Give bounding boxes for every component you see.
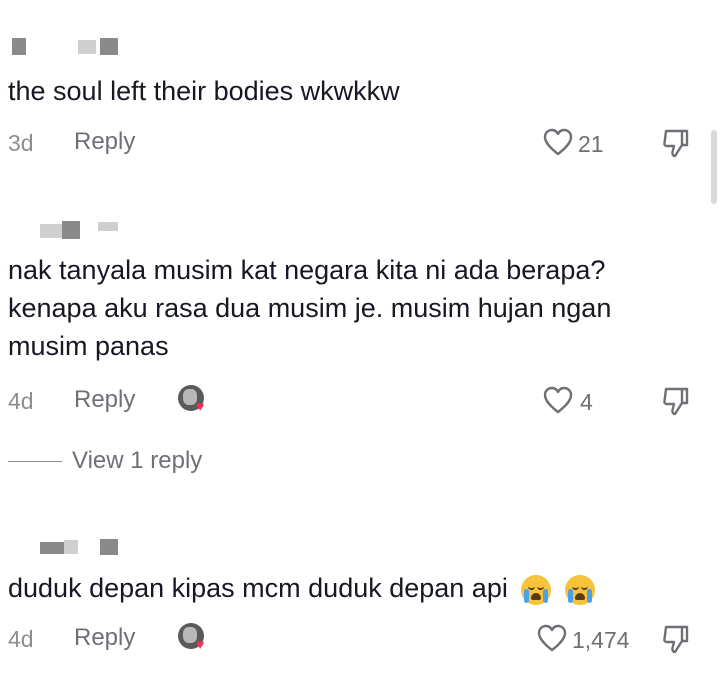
like-count: 4 (580, 389, 593, 415)
redacted-username (78, 40, 96, 54)
redacted-username (40, 542, 64, 554)
redacted-username (12, 38, 26, 55)
thumbs-down-icon[interactable] (662, 386, 690, 416)
redacted-username (62, 221, 80, 239)
redacted-username (100, 539, 118, 555)
comment-text: the soul left their bodies wkwkkw (8, 76, 400, 106)
heart-outline-icon[interactable] (543, 386, 573, 414)
redacted-username (40, 224, 62, 238)
reply-button[interactable]: Reply (74, 624, 135, 652)
loudly-crying-face-icon (521, 574, 552, 605)
comment-time: 4d (8, 388, 34, 414)
redacted-username (98, 222, 118, 231)
comment-text-body: duduk depan kipas mcm duduk depan api (8, 573, 508, 603)
thumbs-down-icon[interactable] (662, 128, 690, 158)
heart-badge-icon: ♥ (196, 398, 205, 414)
comment-text: nak tanyala musim kat negara kita ni ada… (8, 255, 612, 361)
like-count: 21 (578, 131, 604, 157)
redacted-username (64, 540, 78, 554)
heart-badge-icon: ♥ (196, 636, 205, 652)
reply-button[interactable]: Reply (74, 386, 135, 414)
divider-line (8, 461, 62, 462)
scrollbar[interactable] (711, 130, 717, 204)
like-count: 1,474 (572, 627, 630, 653)
comment-time: 4d (8, 626, 34, 652)
heart-outline-icon[interactable] (543, 128, 573, 156)
view-replies-button[interactable]: View 1 reply (72, 447, 202, 475)
reply-button[interactable]: Reply (74, 128, 135, 156)
comment-time: 3d (8, 130, 34, 156)
redacted-username (100, 38, 118, 55)
heart-outline-icon[interactable] (537, 624, 567, 652)
thumbs-down-icon[interactable] (662, 624, 690, 654)
comment-text: duduk depan kipas mcm duduk depan api (8, 569, 708, 607)
loudly-crying-face-icon (564, 574, 595, 605)
